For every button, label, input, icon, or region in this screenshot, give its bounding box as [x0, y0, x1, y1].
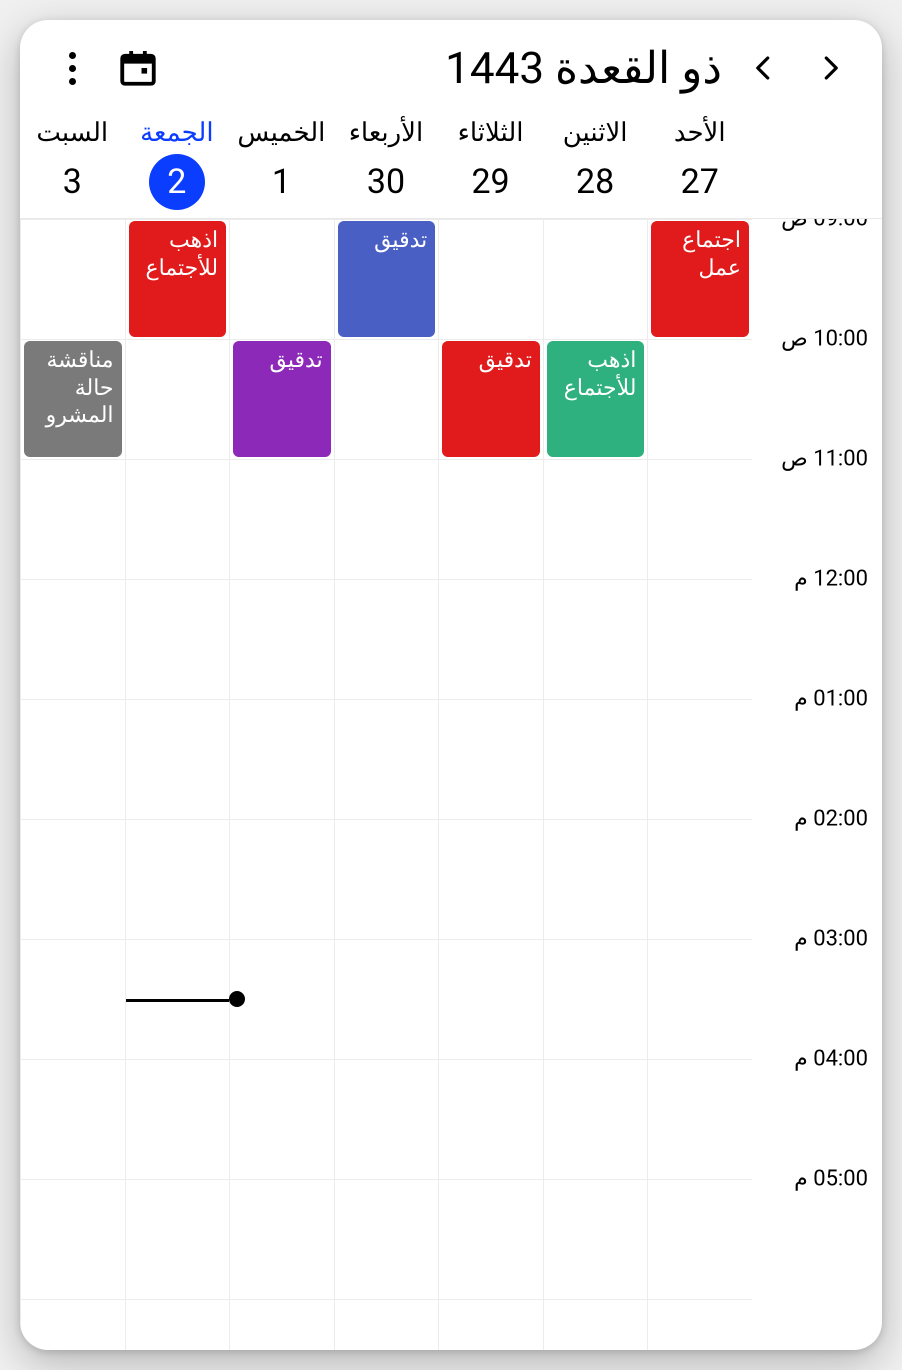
day-column[interactable]: تدقيق: [334, 219, 439, 1350]
day-header[interactable]: الأحد 27: [647, 118, 752, 210]
day-column[interactable]: تدقيق: [229, 219, 334, 1350]
time-label: 01:00 م: [794, 687, 868, 712]
calendar-event[interactable]: تدقيق: [338, 221, 436, 337]
day-column[interactable]: اذهب للأجتماع: [543, 219, 648, 1350]
calendar-event[interactable]: اجتماع عمل: [651, 221, 749, 337]
day-header[interactable]: الأربعاء 30: [334, 118, 439, 210]
day-number: 27: [672, 154, 728, 210]
topbar: ذو القعدة 1443: [20, 20, 882, 104]
current-time-dot: [229, 991, 245, 1007]
today-button[interactable]: [114, 44, 162, 92]
month-title[interactable]: ذو القعدة 1443: [445, 42, 722, 94]
more-vertical-icon: [69, 52, 76, 85]
day-column[interactable]: اجتماع عمل: [647, 219, 752, 1350]
day-name: الاثنين: [543, 118, 648, 148]
week-grid[interactable]: 09:00 ص 10:00 ص 11:00 ص 12:00 م 01:00 م 02:00…: [20, 219, 882, 1350]
day-name: الجمعة: [125, 118, 230, 148]
day-header[interactable]: الجمعة 2: [125, 118, 230, 210]
day-header[interactable]: الثلاثاء 29: [438, 118, 543, 210]
day-number: 1: [253, 154, 309, 210]
time-gutter: 09:00 ص 10:00 ص 11:00 ص 12:00 م 01:00 م 02:00…: [752, 219, 882, 1350]
day-headers: الأحد 27 الاثنين 28 الثلاثاء 29 الأربعاء 30 الخم…: [20, 104, 882, 219]
calendar-icon: [117, 47, 159, 89]
calendar-event[interactable]: اذهب للأجتماع: [547, 341, 645, 457]
time-label: 03:00 م: [794, 927, 868, 952]
day-name: الثلاثاء: [438, 118, 543, 148]
day-header[interactable]: الخميس 1: [229, 118, 334, 210]
next-period-button[interactable]: [806, 44, 854, 92]
calendar-event[interactable]: تدقيق: [233, 341, 331, 457]
day-number: 30: [358, 154, 414, 210]
day-header[interactable]: السبت 3: [20, 118, 125, 210]
time-label: 04:00 م: [794, 1047, 868, 1072]
calendar-event[interactable]: مناقشة حالة المشرو: [24, 341, 122, 457]
current-time-line: [126, 999, 230, 1002]
day-name: الخميس: [229, 118, 334, 148]
time-label: 11:00 ص: [781, 447, 868, 472]
day-number: 28: [567, 154, 623, 210]
time-label: 12:00 م: [794, 567, 868, 592]
chevron-right-icon: [815, 49, 845, 87]
day-header[interactable]: الاثنين 28: [543, 118, 648, 210]
day-name: الأحد: [647, 118, 752, 148]
more-menu-button[interactable]: [48, 44, 96, 92]
day-name: الأربعاء: [334, 118, 439, 148]
calendar-event[interactable]: تدقيق: [442, 341, 540, 457]
day-column[interactable]: مناقشة حالة المشرو: [20, 219, 125, 1350]
day-number: 29: [463, 154, 519, 210]
day-name: السبت: [20, 118, 125, 148]
day-columns: اجتماع عملاذهب للأجتماعتدقيقتدقيقتدقيقاذ…: [20, 219, 752, 1350]
time-gutter-header: [752, 118, 882, 210]
day-column[interactable]: تدقيق: [438, 219, 543, 1350]
day-number: 2: [149, 154, 205, 210]
time-label: 10:00 ص: [781, 327, 868, 352]
day-number: 3: [44, 154, 100, 210]
calendar-app: ذو القعدة 1443 الأحد 27 الاثنين 28 الثلاثاء 2…: [20, 20, 882, 1350]
prev-period-button[interactable]: [740, 44, 788, 92]
calendar-event[interactable]: اذهب للأجتماع: [129, 221, 227, 337]
chevron-left-icon: [749, 49, 779, 87]
time-label: 09:00 ص: [781, 219, 868, 232]
time-label: 02:00 م: [794, 807, 868, 832]
day-column[interactable]: اذهب للأجتماع: [125, 219, 230, 1350]
time-label: 05:00 م: [794, 1167, 868, 1192]
